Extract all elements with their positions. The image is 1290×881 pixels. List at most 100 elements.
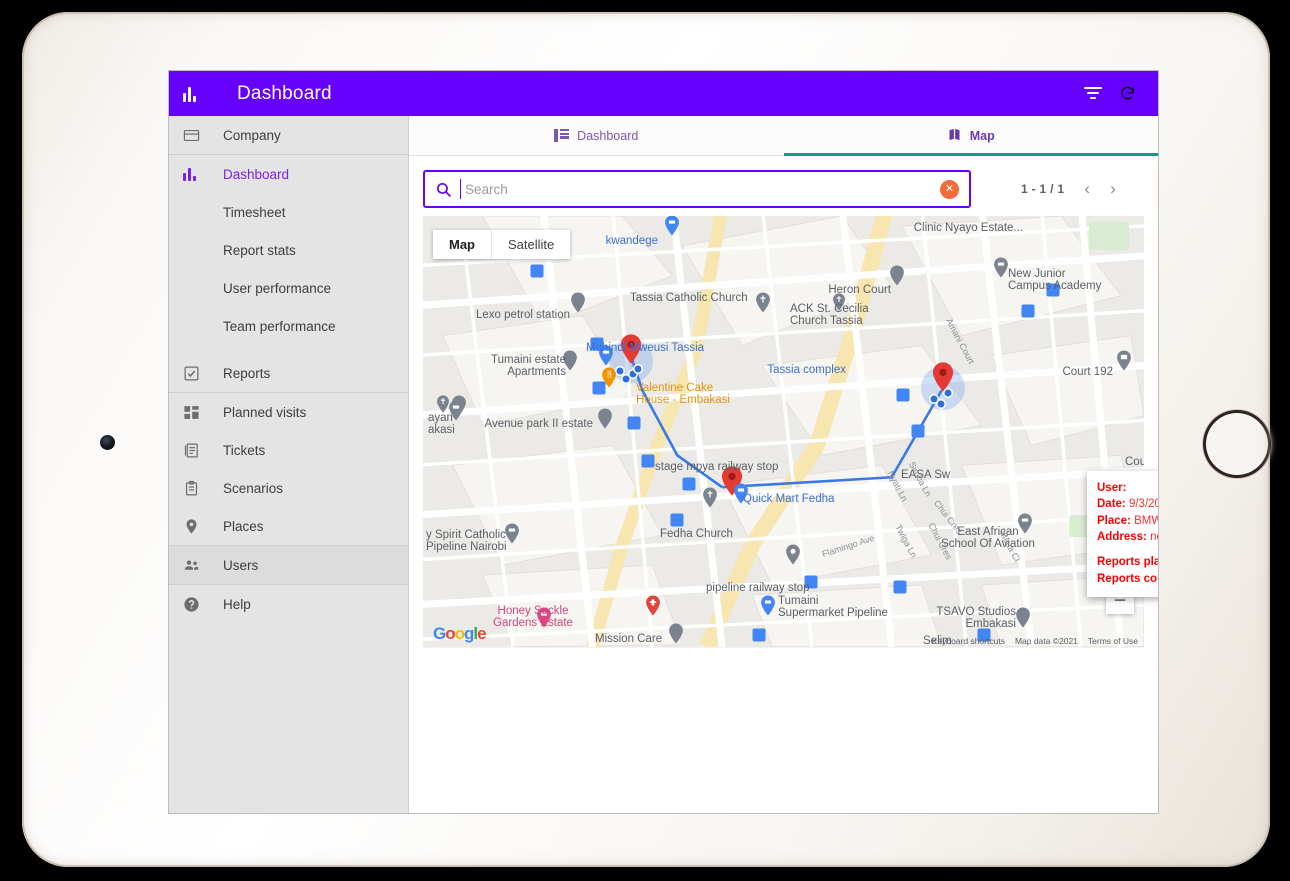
pagination-count: 1 - 1 / 1 bbox=[1021, 182, 1064, 196]
map-info-popup: User: Date: 9/3/2021 03:00:00 Place: BMW… bbox=[1087, 471, 1159, 597]
sidebar-item-dashboard[interactable]: Dashboard bbox=[169, 155, 408, 193]
transit-icon bbox=[894, 581, 907, 594]
transit-icon bbox=[753, 629, 766, 642]
transit-icon bbox=[897, 389, 910, 402]
map-type-map[interactable]: Map bbox=[433, 230, 491, 259]
clear-search-button[interactable]: ✕ bbox=[940, 180, 959, 199]
next-page-button[interactable]: › bbox=[1110, 179, 1116, 199]
search-input[interactable] bbox=[460, 179, 940, 199]
sidebar-item-timesheet[interactable]: Timesheet bbox=[169, 193, 408, 231]
map-place-label: Gardens Estate bbox=[493, 617, 573, 630]
tab-label: Map bbox=[970, 129, 995, 143]
info-key: Reports completed: bbox=[1097, 573, 1159, 585]
sidebar-item-team-performance[interactable]: Team performance bbox=[169, 307, 408, 345]
map-place-label: Lexo petrol station bbox=[476, 309, 570, 322]
map-place-label: Embakasi bbox=[966, 618, 1017, 631]
dashboard-grid-icon bbox=[183, 404, 223, 421]
search-box[interactable]: ✕ bbox=[423, 170, 971, 208]
map-place-label: Tassia Catholic Church bbox=[630, 292, 748, 305]
sidebar-item-label: Team performance bbox=[223, 319, 336, 334]
map-place-label: Apartments bbox=[507, 366, 566, 379]
sidebar-item-scenarios[interactable]: Scenarios bbox=[169, 469, 408, 507]
route-point bbox=[635, 366, 642, 373]
transit-icon bbox=[642, 455, 655, 468]
route-point bbox=[938, 401, 945, 408]
terms-of-use-link[interactable]: Terms of Use bbox=[1088, 636, 1138, 646]
keyboard-shortcuts-link[interactable]: Keyboard shortcuts bbox=[932, 636, 1005, 646]
hospital-pin bbox=[646, 595, 661, 616]
map-place-label: Pipeline Nairobi bbox=[426, 541, 507, 554]
sidebar-item-label: User performance bbox=[223, 281, 331, 296]
home-button[interactable] bbox=[1206, 413, 1268, 475]
sidebar-item-label: Users bbox=[223, 558, 258, 573]
sidebar-item-planned-visits[interactable]: Planned visits bbox=[169, 393, 408, 431]
check-square-icon bbox=[183, 365, 223, 382]
ticket-icon bbox=[183, 442, 223, 459]
map-place-label: Quick Mart Fedha bbox=[743, 493, 834, 506]
map-place-label: Clinic Nyayo Estate... bbox=[914, 222, 1023, 235]
map-place-label: Avenue park II estate bbox=[485, 418, 593, 431]
tab-bar: Dashboard Map bbox=[409, 116, 1158, 156]
info-value: new york usa bbox=[1150, 531, 1159, 543]
poi-pin bbox=[598, 408, 613, 429]
sidebar-item-help[interactable]: Help bbox=[169, 585, 408, 623]
church-pin bbox=[703, 487, 718, 508]
transit-icon bbox=[531, 265, 544, 278]
content-area: Dashboard Map ✕ bbox=[409, 116, 1158, 813]
route-point bbox=[617, 368, 624, 375]
sidebar-item-label: Company bbox=[223, 128, 281, 143]
map-view[interactable]: Map Satellite bbox=[423, 216, 1144, 648]
transit-icon bbox=[1022, 305, 1035, 318]
sidebar-item-users[interactable]: Users bbox=[169, 546, 408, 584]
sidebar-item-label: Report stats bbox=[223, 243, 296, 258]
tablet-device-frame: Dashboard Company bbox=[22, 12, 1270, 867]
sidebar-item-tickets[interactable]: Tickets bbox=[169, 431, 408, 469]
filter-icon[interactable] bbox=[1076, 77, 1110, 111]
map-place-label: Heron Court bbox=[828, 284, 891, 297]
map-pin-icon bbox=[183, 518, 223, 535]
map-place-label: Court 192 bbox=[1062, 366, 1113, 379]
refresh-icon[interactable] bbox=[1110, 77, 1144, 111]
info-row: Address: new york usa bbox=[1097, 529, 1159, 545]
map-place-label: stage mpya railway stop bbox=[655, 461, 778, 474]
info-key: Place: bbox=[1097, 515, 1131, 527]
sidebar-item-company[interactable]: Company bbox=[169, 116, 408, 154]
map-place-label: Cou bbox=[1125, 456, 1144, 469]
building-pin bbox=[1117, 350, 1132, 371]
tab-dashboard[interactable]: Dashboard bbox=[409, 116, 784, 155]
transit-icon bbox=[593, 382, 606, 395]
sidebar-item-label: Help bbox=[223, 597, 251, 612]
transit-icon bbox=[683, 478, 696, 491]
route-point bbox=[623, 376, 630, 383]
sidebar: Company Dashboard Timesheet Report stats bbox=[169, 116, 409, 813]
list-grid-icon bbox=[554, 129, 569, 142]
tab-map[interactable]: Map bbox=[784, 116, 1159, 155]
sidebar-item-label: Places bbox=[223, 519, 264, 534]
tab-label: Dashboard bbox=[577, 129, 638, 143]
map-type-switch[interactable]: Map Satellite bbox=[433, 230, 570, 259]
info-row: Reports planned: 1 bbox=[1097, 554, 1159, 570]
map-place-label: kwandege bbox=[606, 235, 658, 248]
info-row: Reports completed: 0 bbox=[1097, 571, 1159, 587]
sidebar-item-reports[interactable]: Reports bbox=[169, 354, 408, 392]
church-pin bbox=[505, 523, 520, 544]
map-place-label: pipeline railway stop bbox=[706, 582, 810, 595]
info-key: Address: bbox=[1097, 531, 1147, 543]
map-place-label: School Of Aviation bbox=[941, 538, 1035, 551]
app-screen: Dashboard Company bbox=[168, 70, 1159, 814]
map-place-label: Supermarket Pipeline bbox=[778, 607, 888, 620]
map-marker-red[interactable] bbox=[932, 362, 954, 392]
sidebar-item-user-performance[interactable]: User performance bbox=[169, 269, 408, 307]
poi-pin bbox=[890, 265, 905, 286]
search-row: ✕ 1 - 1 / 1 ‹ › bbox=[409, 156, 1158, 214]
info-row: Date: 9/3/2021 03:00:00 bbox=[1097, 496, 1159, 512]
sidebar-item-report-stats[interactable]: Report stats bbox=[169, 231, 408, 269]
search-icon bbox=[435, 181, 452, 198]
transit-icon bbox=[671, 514, 684, 527]
sidebar-item-places[interactable]: Places bbox=[169, 507, 408, 545]
map-type-satellite[interactable]: Satellite bbox=[491, 230, 570, 259]
page-title: Dashboard bbox=[237, 83, 332, 105]
prev-page-button[interactable]: ‹ bbox=[1084, 179, 1090, 199]
map-place-label: Fedha Church bbox=[660, 528, 733, 541]
map-place-label: Church Tassia bbox=[790, 315, 863, 328]
